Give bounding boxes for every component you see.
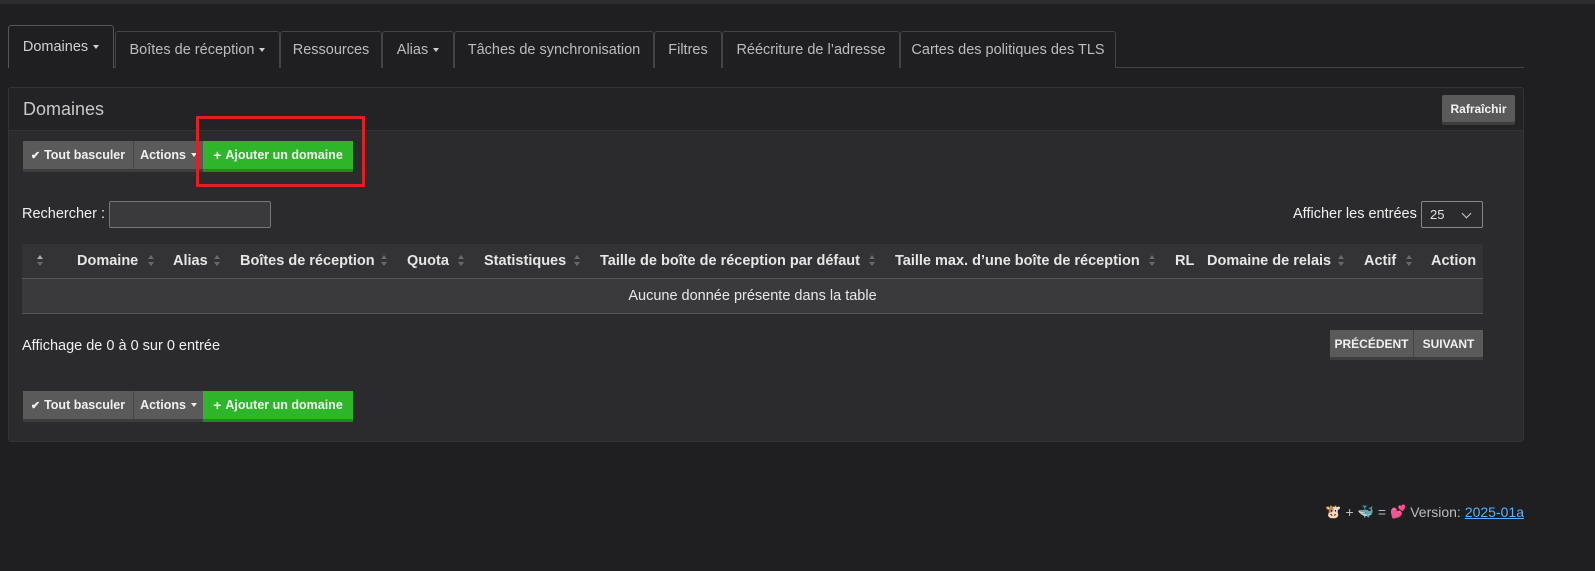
search-input[interactable]: [109, 201, 271, 228]
button-label: Actions: [140, 398, 186, 412]
pagination: PRÉCÉDENT SUIVANT: [1330, 330, 1483, 357]
tab-label: Réécriture de l’adresse: [736, 42, 886, 58]
bottom-toolbar: ✔ Tout basculer Actions + Ajouter un domai…: [23, 391, 353, 419]
entries-select[interactable]: 25: [1421, 201, 1483, 228]
tab-filters[interactable]: Filtres: [654, 31, 722, 68]
previous-button[interactable]: PRÉCÉDENT: [1330, 330, 1413, 357]
tab-mailboxes[interactable]: Boîtes de réception: [115, 31, 280, 68]
caret-down-icon: [259, 48, 266, 52]
caret-down-icon: [93, 45, 100, 49]
sort-icon: [1338, 255, 1345, 268]
sort-icon: [574, 255, 581, 268]
column-header-action: Action: [1431, 253, 1477, 269]
column-header-relay-domain[interactable]: Domaine de relais: [1207, 244, 1331, 279]
entries-value: 25: [1430, 207, 1445, 222]
actions-dropdown-button[interactable]: Actions: [133, 391, 203, 419]
column-header-max-mailbox-size[interactable]: Taille max. d’une boîte de réception: [895, 244, 1140, 279]
actions-dropdown-button[interactable]: Actions: [133, 141, 203, 169]
column-header-active[interactable]: Actif: [1364, 244, 1396, 279]
column-header-alias[interactable]: Alias: [173, 244, 208, 279]
tab-tls-policy-maps[interactable]: Cartes des politiques des TLS: [900, 31, 1116, 68]
tab-label: Domaines: [22, 39, 89, 55]
button-label: Tout basculer: [44, 398, 126, 412]
column-header-statistics[interactable]: Statistiques: [484, 244, 566, 279]
version-link[interactable]: 2025-01a: [1465, 504, 1524, 520]
panel-title: Domaines: [23, 99, 105, 119]
cow-icon: 🐮: [1325, 504, 1342, 519]
button-label: Actions: [140, 148, 186, 162]
plus-sign: +: [1345, 504, 1354, 520]
sort-icon[interactable]: [37, 255, 44, 268]
sort-icon: [869, 255, 876, 268]
chevron-down-icon: [1461, 208, 1472, 219]
check-double-icon: ✔: [30, 399, 41, 412]
search-label: Rechercher :: [22, 206, 106, 222]
top-bar: [0, 0, 1595, 4]
column-header-default-mailbox-size[interactable]: Taille de boîte de réception par défaut: [600, 244, 860, 279]
tab-aliases[interactable]: Alias: [382, 31, 454, 68]
sort-icon: [1406, 255, 1413, 268]
tab-domains[interactable]: Domaines: [8, 25, 114, 68]
tab-label: Boîtes de réception: [129, 42, 255, 58]
plus-icon: +: [213, 397, 222, 413]
tab-resources[interactable]: Ressources: [280, 31, 382, 68]
refresh-button[interactable]: Rafraîchir: [1442, 95, 1515, 122]
version-label: Version:: [1410, 504, 1461, 520]
tab-address-rewriting[interactable]: Réécriture de l’adresse: [722, 31, 900, 68]
table-empty-row: Aucune donnée présente dans la table: [22, 279, 1483, 314]
hearts-icon: 💕: [1390, 504, 1407, 519]
sort-icon: [214, 255, 221, 268]
column-header-mailboxes[interactable]: Boîtes de réception: [240, 244, 375, 279]
sort-icon: [381, 255, 388, 268]
toggle-all-button[interactable]: ✔ Tout basculer: [23, 141, 133, 169]
caret-down-icon: [433, 48, 440, 52]
button-label: Tout basculer: [44, 148, 126, 162]
nav-tabs: Domaines Boîtes de réception Ressources …: [8, 25, 1524, 68]
sort-icon: [148, 255, 155, 268]
caret-down-icon: [190, 403, 197, 407]
tab-label: Cartes des politiques des TLS: [911, 42, 1105, 58]
column-header-domain[interactable]: Domaine: [77, 244, 138, 279]
highlight-box: [196, 116, 365, 187]
pagination-info: Affichage de 0 à 0 sur 0 entrée: [22, 338, 221, 354]
sort-icon: [458, 255, 465, 268]
add-domain-button[interactable]: + Ajouter un domaine: [203, 391, 353, 419]
whale-icon: 🐳: [1357, 504, 1374, 519]
sort-icon: [1149, 255, 1156, 268]
entries-label: Afficher les entrées: [1293, 206, 1417, 222]
tab-label: Ressources: [292, 42, 370, 58]
equals-sign: =: [1377, 504, 1387, 520]
table-header: Domaine Alias Boîtes de réception Quota …: [22, 244, 1483, 279]
next-button[interactable]: SUIVANT: [1413, 330, 1483, 357]
column-header-rl[interactable]: RL: [1175, 244, 1194, 279]
check-double-icon: ✔: [30, 149, 41, 162]
footer-version: 🐮 + 🐳 = 💕 Version: 2025-01a: [1321, 504, 1524, 520]
tab-label: Tâches de synchronisation: [467, 42, 641, 58]
button-label: Ajouter un domaine: [225, 398, 343, 412]
tab-sync-jobs[interactable]: Tâches de synchronisation: [454, 31, 654, 68]
toggle-all-button[interactable]: ✔ Tout basculer: [23, 391, 133, 419]
column-header-quota[interactable]: Quota: [407, 244, 449, 279]
tab-label: Alias: [396, 42, 429, 58]
tab-label: Filtres: [668, 42, 708, 58]
